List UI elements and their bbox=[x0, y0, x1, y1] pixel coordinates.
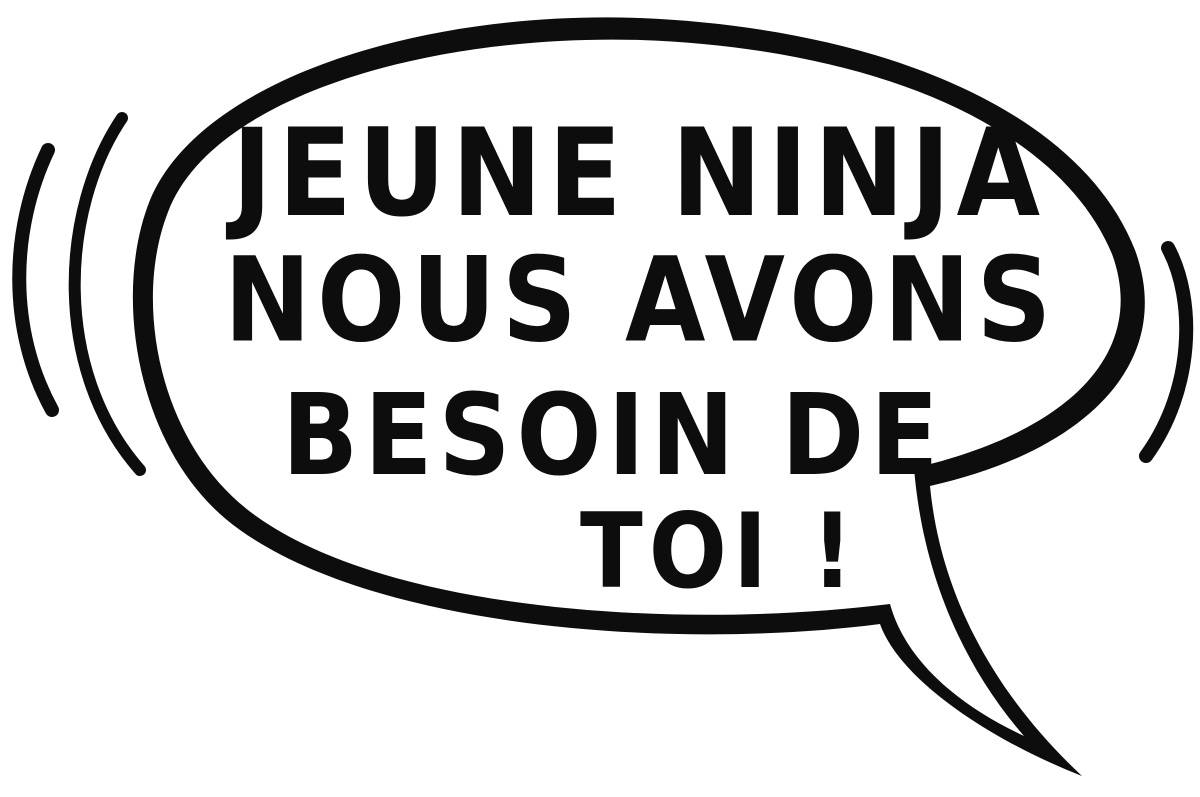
speech-bubble-illustration: JEUNE NINJA NOUS AVONS BESOIN DE TOI ! bbox=[0, 0, 1200, 792]
bubble-text-line-1: JEUNE NINJA bbox=[232, 104, 1047, 244]
bubble-text-line-2: NOUS AVONS bbox=[224, 232, 1058, 369]
motion-line-left-inner bbox=[68, 112, 146, 476]
bubble-text-line-3: BESOIN DE bbox=[282, 370, 945, 502]
motion-line-right bbox=[1139, 241, 1194, 463]
motion-line-left-outer bbox=[12, 143, 59, 417]
bubble-text-line-4: TOI ! bbox=[580, 492, 860, 612]
